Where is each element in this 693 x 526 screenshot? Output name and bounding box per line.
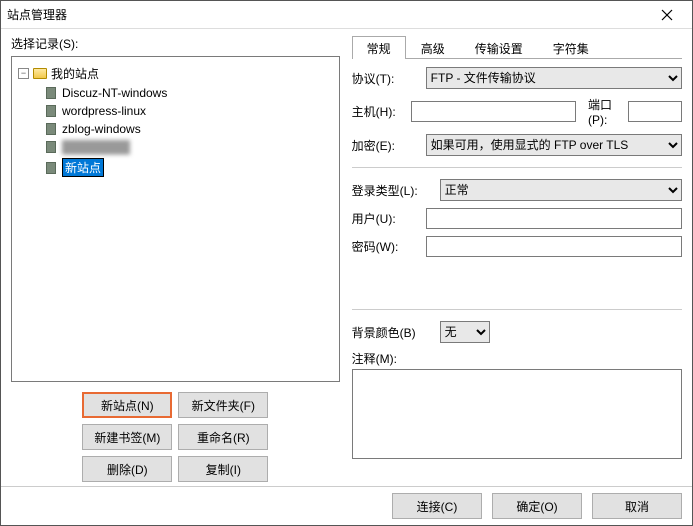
site-icon [46, 87, 56, 99]
close-button[interactable] [648, 3, 686, 27]
copy-button[interactable]: 复制(I) [178, 456, 268, 482]
site-icon [46, 123, 56, 135]
site-tree[interactable]: − 我的站点 Discuz-NT-windows wordpress-linux… [11, 56, 340, 382]
dialog-body: 选择记录(S): − 我的站点 Discuz-NT-windows wordpr… [1, 29, 692, 486]
encryption-select[interactable]: 如果可用，使用显式的 FTP over TLS [426, 134, 682, 156]
host-label: 主机(H): [352, 103, 405, 120]
site-icon [46, 162, 56, 174]
port-label: 端口(P): [588, 96, 622, 127]
tree-buttons: 新站点(N) 新文件夹(F) 新建书签(M) 重命名(R) 删除(D) 复制(I… [11, 392, 340, 482]
footer: 连接(C) 确定(O) 取消 [1, 486, 692, 525]
tab-general[interactable]: 常规 [352, 36, 406, 59]
new-folder-button[interactable]: 新文件夹(F) [178, 392, 268, 418]
tree-item-label: ████████ [62, 140, 130, 154]
right-panel: 常规 高级 传输设置 字符集 协议(T): FTP - 文件传输协议 主机(H)… [352, 35, 682, 482]
delete-button[interactable]: 删除(D) [82, 456, 172, 482]
tree-item-label: Discuz-NT-windows [62, 86, 167, 100]
bgcolor-select[interactable]: 无 [440, 321, 490, 343]
password-input[interactable] [426, 236, 682, 257]
tab-charset[interactable]: 字符集 [538, 36, 604, 59]
tree-item[interactable]: zblog-windows [12, 120, 339, 138]
window-title: 站点管理器 [7, 6, 648, 23]
new-site-button[interactable]: 新站点(N) [82, 392, 172, 418]
tree-item-label: zblog-windows [62, 122, 141, 136]
protocol-label: 协议(T): [352, 70, 420, 87]
port-input[interactable] [628, 101, 682, 122]
site-manager-window: 站点管理器 选择记录(S): − 我的站点 Discuz-NT-windows [0, 0, 693, 526]
encryption-label: 加密(E): [352, 137, 420, 154]
tree-item-editing[interactable]: 新站点 [12, 156, 339, 179]
folder-icon [33, 68, 47, 79]
site-icon [46, 105, 56, 117]
bgcolor-label: 背景颜色(B) [352, 324, 434, 341]
comment-textarea[interactable] [352, 369, 682, 459]
select-entry-label: 选择记录(S): [11, 35, 340, 52]
logon-type-select[interactable]: 正常 [440, 179, 682, 201]
tree-item-label[interactable]: 新站点 [62, 158, 104, 177]
tree-item-label: wordpress-linux [62, 104, 146, 118]
connect-button[interactable]: 连接(C) [392, 493, 482, 519]
tree-item[interactable]: ████████ [12, 138, 339, 156]
logon-type-label: 登录类型(L): [352, 182, 434, 199]
tabs: 常规 高级 传输设置 字符集 [352, 35, 682, 59]
tab-transfer[interactable]: 传输设置 [460, 36, 538, 59]
user-label: 用户(U): [352, 210, 420, 227]
password-label: 密码(W): [352, 238, 420, 255]
new-bookmark-button[interactable]: 新建书签(M) [82, 424, 172, 450]
tab-advanced[interactable]: 高级 [406, 36, 460, 59]
tree-root-label: 我的站点 [51, 65, 99, 82]
site-icon [46, 141, 56, 153]
user-input[interactable] [426, 208, 682, 229]
spacer [352, 264, 682, 298]
rename-button[interactable]: 重命名(R) [178, 424, 268, 450]
general-form: 协议(T): FTP - 文件传输协议 主机(H): 端口(P): 加密(E):… [352, 59, 682, 462]
tree-root[interactable]: − 我的站点 [12, 63, 339, 84]
separator [352, 309, 682, 310]
comment-label: 注释(M): [352, 350, 682, 367]
host-input[interactable] [411, 101, 576, 122]
separator [352, 167, 682, 168]
tree-item[interactable]: wordpress-linux [12, 102, 339, 120]
left-panel: 选择记录(S): − 我的站点 Discuz-NT-windows wordpr… [11, 35, 340, 482]
cancel-button[interactable]: 取消 [592, 493, 682, 519]
tree-item[interactable]: Discuz-NT-windows [12, 84, 339, 102]
collapse-icon[interactable]: − [18, 68, 29, 79]
close-icon [661, 9, 673, 21]
protocol-select[interactable]: FTP - 文件传输协议 [426, 67, 682, 89]
titlebar: 站点管理器 [1, 1, 692, 29]
ok-button[interactable]: 确定(O) [492, 493, 582, 519]
